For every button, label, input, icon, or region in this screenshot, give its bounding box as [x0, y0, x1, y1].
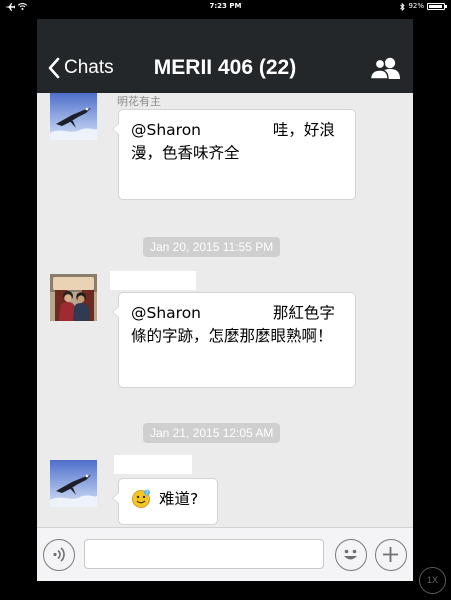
status-right: 92% — [400, 0, 447, 13]
emoji-button[interactable] — [335, 539, 367, 571]
status-bar: 7:23 PM 92% — [0, 0, 451, 13]
sender-name: 明花有主 — [117, 95, 161, 108]
zoom-1x-button[interactable]: 1X — [419, 567, 446, 594]
message-text: 难道? — [158, 490, 199, 508]
battery-level-fill — [429, 5, 442, 8]
message-list[interactable]: 明花有主 @Sharon 哇，好浪漫，色香味齐全 Jan 20, 2015 11… — [37, 93, 413, 527]
ipad-screen: 7:23 PM 92% Chats MERII 406 (22) 明花有主 @S… — [0, 0, 451, 600]
group-members-button[interactable] — [369, 55, 401, 81]
message-timestamp: Jan 20, 2015 11:55 PM — [143, 237, 281, 257]
more-options-button[interactable] — [375, 539, 407, 571]
chevron-left-icon — [48, 57, 60, 79]
message-input[interactable] — [84, 539, 324, 569]
avatar[interactable] — [50, 274, 97, 321]
group-members-icon — [369, 57, 400, 80]
message-bubble[interactable]: ? 难道? — [112, 478, 218, 525]
navigation-bar: Chats MERII 406 (22) — [37, 19, 413, 93]
status-time: 7:23 PM — [209, 2, 242, 10]
message-bubble[interactable]: @Sharon 那紅色字條的字跡，怎麼那麼眼熟啊！ — [112, 292, 356, 388]
chat-title: MERII 406 (22) — [153, 56, 297, 79]
emoji-icon — [344, 549, 357, 560]
bluetooth-icon — [400, 2, 406, 11]
svg-text:?: ? — [146, 490, 149, 496]
redacted-sender-name — [110, 271, 196, 290]
battery-percent: 92% — [408, 2, 424, 10]
eagle-avatar-image — [50, 460, 97, 507]
smiling-face-sticker: ? — [132, 489, 150, 508]
input-bar — [37, 527, 413, 581]
battery-icon — [427, 3, 447, 10]
message-bubble[interactable]: @Sharon 哇，好浪漫，色香味齐全 — [112, 109, 356, 200]
redacted-sender-name — [114, 455, 192, 474]
couple-photo-avatar — [50, 274, 97, 321]
voice-input-button[interactable] — [43, 539, 75, 571]
chat-window: Chats MERII 406 (22) 明花有主 @Sharon 哇，好浪漫，… — [37, 19, 413, 581]
message-mention: @Sharon — [131, 121, 201, 139]
redacted-mention — [205, 304, 268, 323]
avatar[interactable] — [50, 93, 97, 140]
message-mention: @Sharon — [131, 304, 201, 322]
eagle-avatar-image — [50, 93, 97, 140]
message-timestamp: Jan 21, 2015 12:05 AM — [143, 423, 281, 443]
avatar[interactable] — [50, 460, 97, 507]
redacted-mention — [205, 121, 268, 140]
voice-input-icon — [53, 547, 65, 562]
plus-icon — [383, 547, 398, 562]
